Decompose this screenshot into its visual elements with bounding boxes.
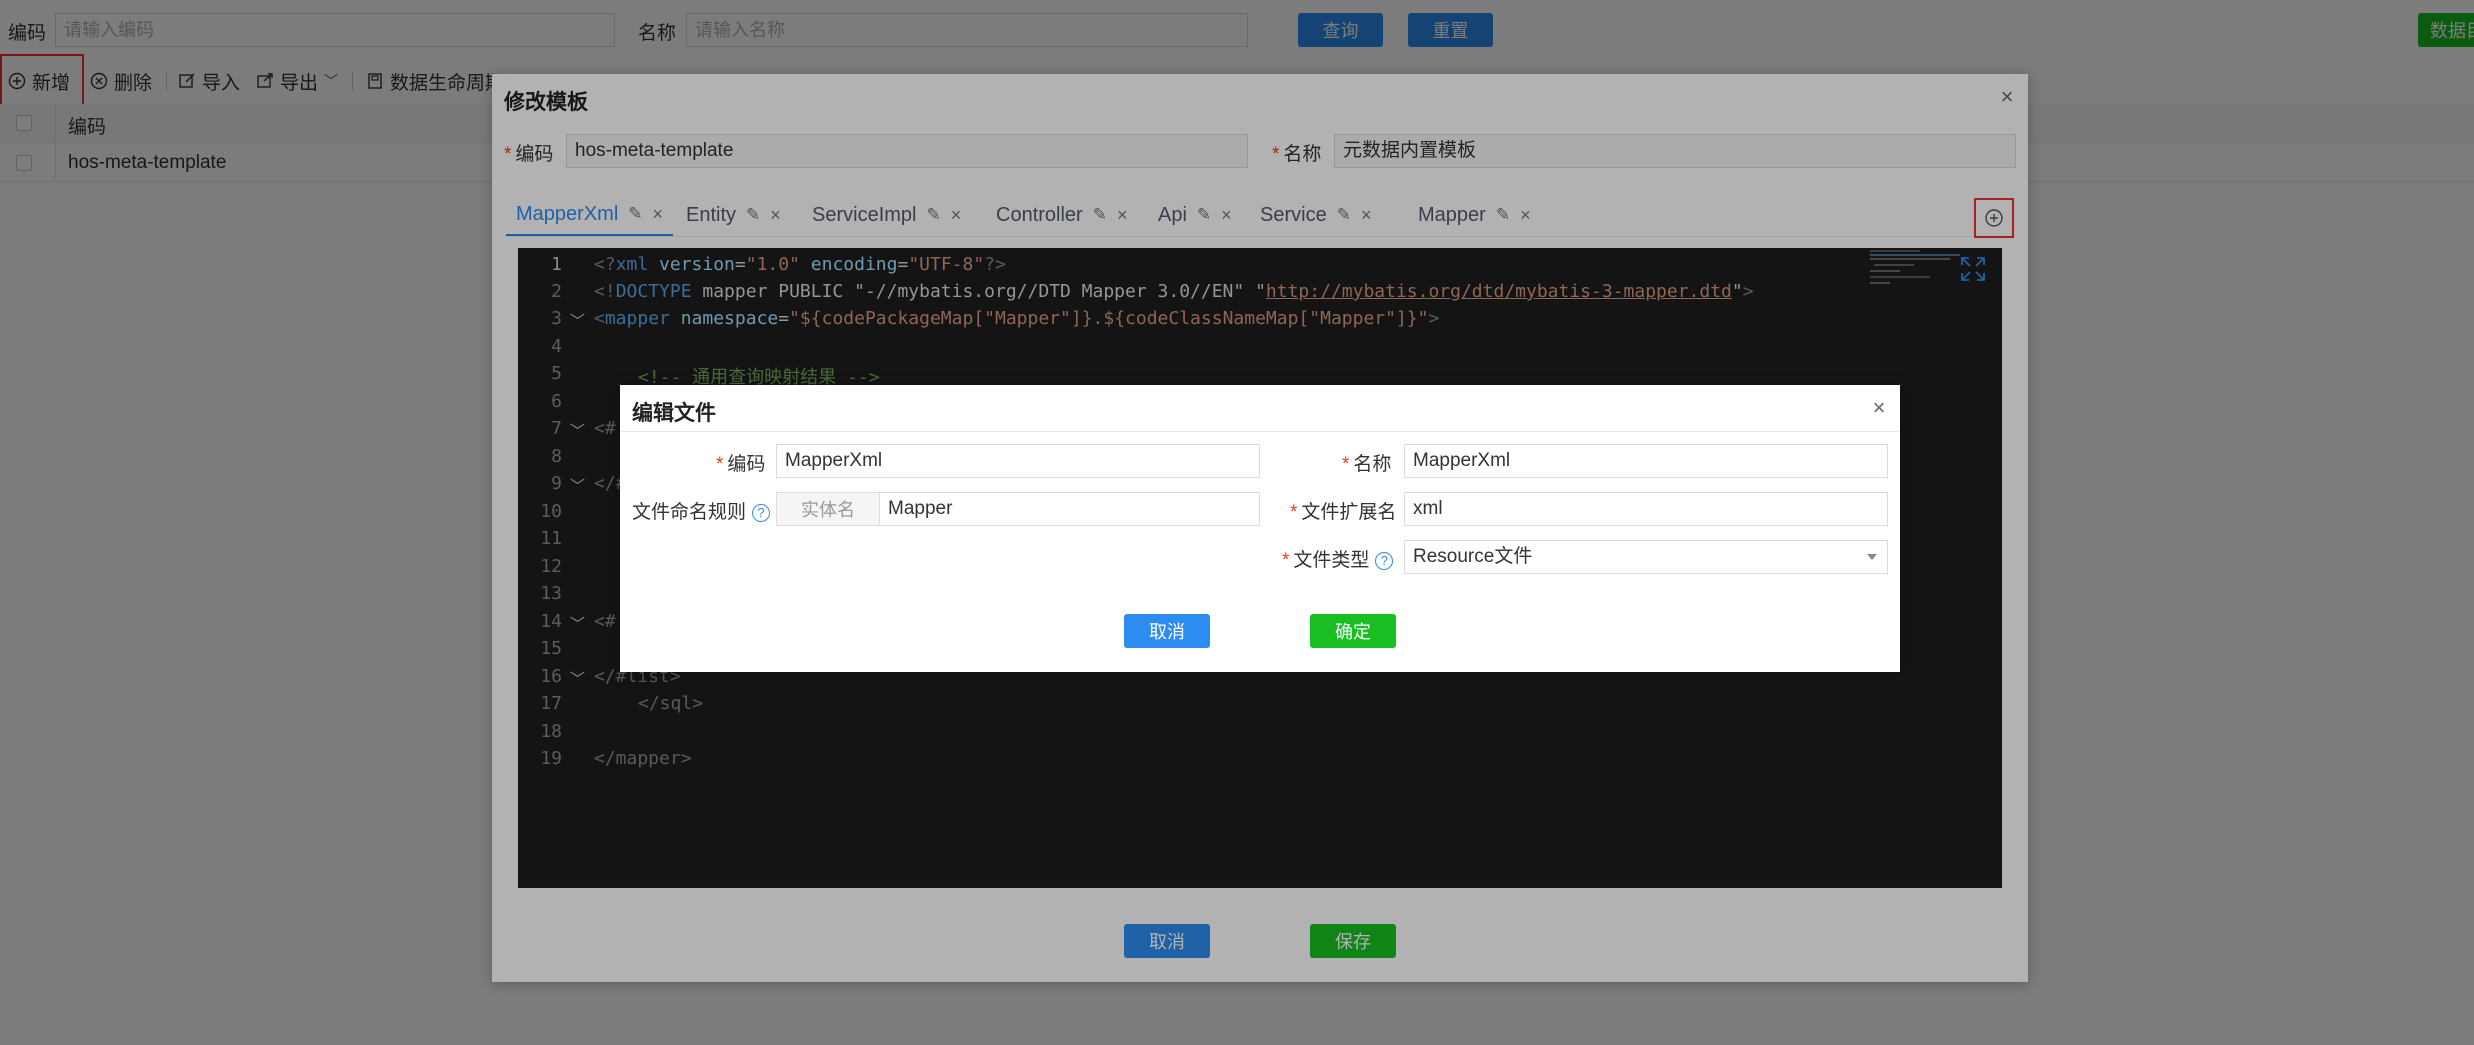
close-icon[interactable]: × (1868, 395, 1890, 420)
header-divider (620, 431, 1900, 432)
naming-rule-label: 文件命名规则? (632, 497, 771, 524)
file-ok-button[interactable]: 确定 (1310, 614, 1396, 648)
edit-file-modal: 编辑文件 × * 编码 MapperXml * 名称 MapperXml 文件命名规… (620, 385, 1900, 672)
help-icon[interactable]: ? (1375, 551, 1394, 570)
file-name-label: * 名称 (1342, 454, 1392, 475)
file-name-input[interactable]: MapperXml (1404, 444, 1888, 478)
dropdown-arrow-icon (1867, 554, 1877, 560)
file-cancel-button[interactable]: 取消 (1124, 614, 1210, 648)
naming-rule-input[interactable]: Mapper (879, 492, 1260, 526)
file-ext-label: * 文件扩展名 (1290, 502, 1397, 523)
modal-title: 编辑文件 (632, 402, 716, 425)
file-ext-input[interactable]: xml (1404, 492, 1888, 526)
help-icon[interactable]: ? (752, 503, 771, 522)
file-code-label: * 编码 (716, 454, 766, 475)
file-type-label: * 文件类型? (1282, 545, 1394, 572)
file-type-value: Resource文件 (1413, 546, 1533, 567)
file-code-input[interactable]: MapperXml (776, 444, 1260, 478)
naming-rule-prefix: 实体名 (776, 492, 880, 526)
file-type-select[interactable]: Resource文件 (1404, 540, 1888, 574)
